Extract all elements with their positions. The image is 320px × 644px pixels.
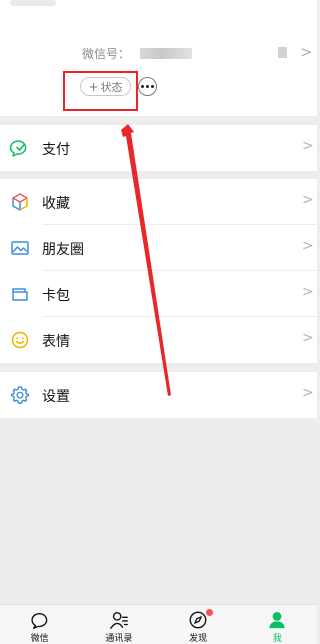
gear-icon <box>11 386 29 404</box>
profile-header[interactable]: 微信号： > + 状态 <box>0 0 317 116</box>
menu-item-moments[interactable]: 朋友圈 > <box>0 225 317 271</box>
menu-label: 收藏 <box>42 196 70 212</box>
dot-icon <box>141 85 144 88</box>
annotation-highlight-box <box>63 71 138 111</box>
pay-icon <box>10 140 27 157</box>
tab-label: 发现 <box>189 634 208 644</box>
chevron-right-icon: > <box>302 138 314 154</box>
menu-item-pay[interactable]: 支付 > <box>0 125 317 171</box>
menu-item-favorites[interactable]: 收藏 > <box>0 179 317 225</box>
chevron-right-icon: > <box>302 192 314 208</box>
dot-icon <box>146 85 149 88</box>
chevron-right-icon: > <box>302 284 314 300</box>
chat-bubble-icon <box>31 613 47 629</box>
menu-label: 表情 <box>42 334 70 350</box>
chevron-right-icon: > <box>302 330 314 346</box>
card-wallet-icon <box>12 288 28 301</box>
menu-label: 支付 <box>42 142 70 158</box>
wechat-id-blurred-value <box>140 47 193 59</box>
chevron-right-icon: > <box>302 238 314 254</box>
contacts-icon <box>110 612 128 629</box>
profile-chevron-icon: > <box>300 43 313 61</box>
tab-chats[interactable]: 微信 <box>0 605 79 644</box>
tab-label: 微信 <box>30 634 49 644</box>
wechat-id-row: 微信号： <box>82 44 193 62</box>
menu-label: 朋友圈 <box>42 242 84 258</box>
tab-label: 我 <box>272 634 282 644</box>
menu-item-stickers[interactable]: 表情 > <box>0 317 317 363</box>
chevron-right-icon: > <box>302 385 314 401</box>
tab-me[interactable]: 我 <box>238 605 317 644</box>
tab-contacts[interactable]: 通讯录 <box>79 605 158 644</box>
notification-dot-badge <box>206 609 214 616</box>
qr-code-blurred-icon[interactable] <box>278 47 287 58</box>
tab-label: 通讯录 <box>105 634 133 644</box>
menu-item-settings[interactable]: 设置 > <box>0 372 317 418</box>
dot-icon <box>151 85 154 88</box>
blurred-nickname <box>10 0 56 6</box>
smiley-icon <box>11 331 29 349</box>
person-icon <box>269 612 286 629</box>
menu-label: 设置 <box>42 389 70 405</box>
favorites-cube-icon <box>12 193 28 211</box>
more-options-button[interactable] <box>138 77 157 96</box>
bottom-tab-bar: 微信 通讯录 发现 我 <box>0 604 317 644</box>
menu-label: 卡包 <box>42 288 70 304</box>
tab-discover[interactable]: 发现 <box>159 605 238 644</box>
moments-image-icon <box>11 241 29 255</box>
menu-item-cards[interactable]: 卡包 > <box>0 271 317 317</box>
wechat-id-label: 微信号： <box>82 46 131 61</box>
